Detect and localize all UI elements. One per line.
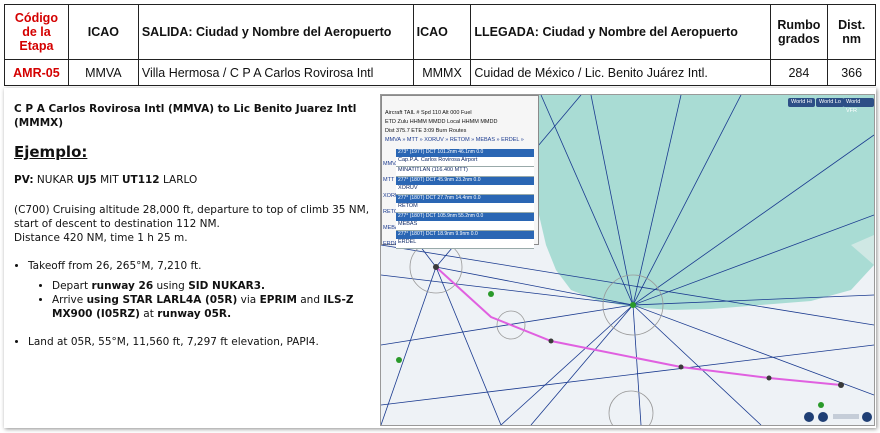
zoom-in-icon: [818, 412, 828, 422]
cruise-description: (C700) Cruising altitude 28,000 ft, depa…: [14, 204, 370, 216]
icao-arrival: MMMX: [412, 59, 472, 86]
leg-segment: 277° (180T) DCT 27.7nm 14.4nm 0.0: [396, 195, 534, 203]
waypoint-marker: [766, 375, 772, 381]
airport-marker: [818, 402, 824, 408]
depart-item: Depart runway 26 using SID NUKAR3.: [52, 279, 374, 293]
header-heading: Rumbo grados: [769, 4, 829, 60]
airport-marker: [488, 291, 494, 297]
flight-plan-legs: 273° (197T) DCT 101.2nm 46.1nm 0.0 Cap.P…: [396, 149, 534, 249]
leg-table-row: AMR-05 MMVA Villa Hermosa / C P A Carlos…: [4, 59, 876, 86]
takeoff-item: Takeoff from 26, 265°M, 7,210 ft.: [28, 259, 374, 273]
arrival-airport: Cuidad de México / Lic. Benito Juárez In…: [470, 59, 771, 86]
leg-waypoint[interactable]: MEBAS: [396, 221, 534, 231]
briefing-text: C P A Carlos Rovirosa Intl (MMVA) to Lic…: [14, 102, 374, 349]
vor-rose: [608, 390, 654, 425]
departure-airport: Villa Hermosa / C P A Carlos Rovirosa In…: [137, 59, 414, 86]
pv-label: PV:: [14, 174, 34, 186]
arrive-star: using STAR LARL4A (05R): [86, 294, 238, 306]
map-button-world-lo[interactable]: World Lo: [816, 98, 844, 107]
landing-list: Land at 05R, 55°M, 11,560 ft, 7,297 ft e…: [14, 335, 374, 349]
dist-row: Dist 375.7 ETE 3:09 Burn Routes: [385, 128, 467, 134]
leg-segment: 277° (180T) DCT 18.9nm 9.9nm 0.0: [396, 231, 534, 239]
waypoint-marker: [678, 364, 684, 370]
header-departure: SALIDA: Ciudad y Nombre del Aeropuerto: [137, 4, 414, 60]
flight-plan-panel[interactable]: Aircraft TAIL # Spd 110 Alt 000 Fuel ETD…: [381, 95, 539, 249]
arrive-runway: runway 05R.: [157, 308, 232, 320]
arrive-item: Arrive using STAR LARL4A (05R) via EPRIM…: [52, 293, 374, 321]
route-title: C P A Carlos Rovirosa Intl (MMVA) to Lic…: [14, 103, 357, 129]
navigation-map[interactable]: World Hi World Lo World VFR Aircraft TAI…: [380, 94, 875, 426]
leg-table-header: Código de la Etapa ICAO SALIDA: Ciudad y…: [4, 4, 876, 60]
leg-code: AMR-05: [4, 59, 69, 86]
pv-waypoint: NUKAR: [36, 174, 74, 186]
waypoint-marker: [433, 264, 439, 270]
distance-time: Distance 420 NM, time 1 h 25 m.: [14, 232, 188, 244]
depart-runway: runway 26: [91, 280, 154, 292]
map-button-world-hi[interactable]: World Hi: [788, 98, 815, 107]
heading-value: 284: [769, 59, 829, 86]
zoom-out-icon: [804, 412, 814, 422]
briefing-slide: C P A Carlos Rovirosa Intl (MMVA) to Lic…: [4, 88, 876, 428]
airport-marker: [396, 357, 402, 363]
etd-row[interactable]: ETD Zulu HHMM MMDD Local HHMM MMDD: [385, 119, 497, 126]
flight-plan-route: PV: NUKAR UJ5 MIT UT112 LARLO: [14, 173, 374, 187]
map-button-world-vfr[interactable]: World VFR: [843, 98, 874, 114]
pv-waypoint: MIT: [100, 174, 119, 186]
leg-waypoint[interactable]: ERDEL: [396, 239, 534, 249]
leg-waypoint[interactable]: RETOM: [396, 203, 534, 213]
header-code: Código de la Etapa: [4, 4, 69, 60]
arrive-fix: EPRIM: [259, 294, 297, 306]
header-icao-arrival: ICAO: [412, 4, 472, 60]
leg-segment: 273° (197T) DCT 101.2nm 46.1nm 0.0: [396, 149, 534, 157]
procedure-list: Depart runway 26 using SID NUKAR3. Arriv…: [14, 279, 374, 321]
depart-sid: SID NUKAR3.: [188, 280, 265, 292]
pv-airway: UT112: [122, 174, 160, 186]
leg-segment: 277° (180T) DCT 45.9nm 23.2nm 0.0: [396, 177, 534, 185]
header-distance: Dist. nm: [827, 4, 876, 60]
arrive-text: via: [240, 294, 257, 306]
leg-table: Código de la Etapa ICAO SALIDA: Ciudad y…: [4, 4, 876, 86]
leg-waypoint[interactable]: XORUV: [396, 185, 534, 195]
route-string[interactable]: MMVA » MTT » XORUV » RETOM » MEBAS » ERD…: [385, 137, 524, 144]
example-heading: Ejemplo:: [14, 143, 88, 161]
depart-text: using: [156, 280, 185, 292]
icao-departure: MMVA: [67, 59, 139, 86]
distance-value: 366: [827, 59, 876, 86]
leg-waypoint[interactable]: MINATITLAN (116.400 MTT): [396, 167, 534, 177]
takeoff-list: Takeoff from 26, 265°M, 7,210 ft.: [14, 259, 374, 273]
leg-segment: 277° (180T) DCT 105.9nm 55.2nm 0.0: [396, 213, 534, 221]
landing-item: Land at 05R, 55°M, 11,560 ft, 7,297 ft e…: [28, 335, 374, 349]
descent-description: start of descent to destination 112 NM.: [14, 218, 220, 230]
pv-airway: UJ5: [76, 174, 97, 186]
arrive-text: Arrive: [52, 294, 84, 306]
waypoint-marker: [548, 338, 554, 344]
arrive-text: and: [300, 294, 320, 306]
zoom-slider: [833, 414, 859, 419]
arrive-text: at: [143, 308, 154, 320]
pv-waypoint: LARLO: [162, 174, 198, 186]
waypoint-marker: [838, 382, 844, 388]
airport-marker: [630, 302, 636, 308]
aircraft-row[interactable]: Aircraft TAIL # Spd 110 Alt 000 Fuel: [385, 110, 472, 117]
pan-icon: [862, 412, 872, 422]
header-icao-departure: ICAO: [67, 4, 139, 60]
depart-text: Depart: [52, 280, 89, 292]
header-arrival: LLEGADA: Ciudad y Nombre del Aeropuerto: [470, 4, 771, 60]
leg-waypoint[interactable]: Cap.P.A. Carlos Rovirosa Airport: [396, 157, 534, 167]
